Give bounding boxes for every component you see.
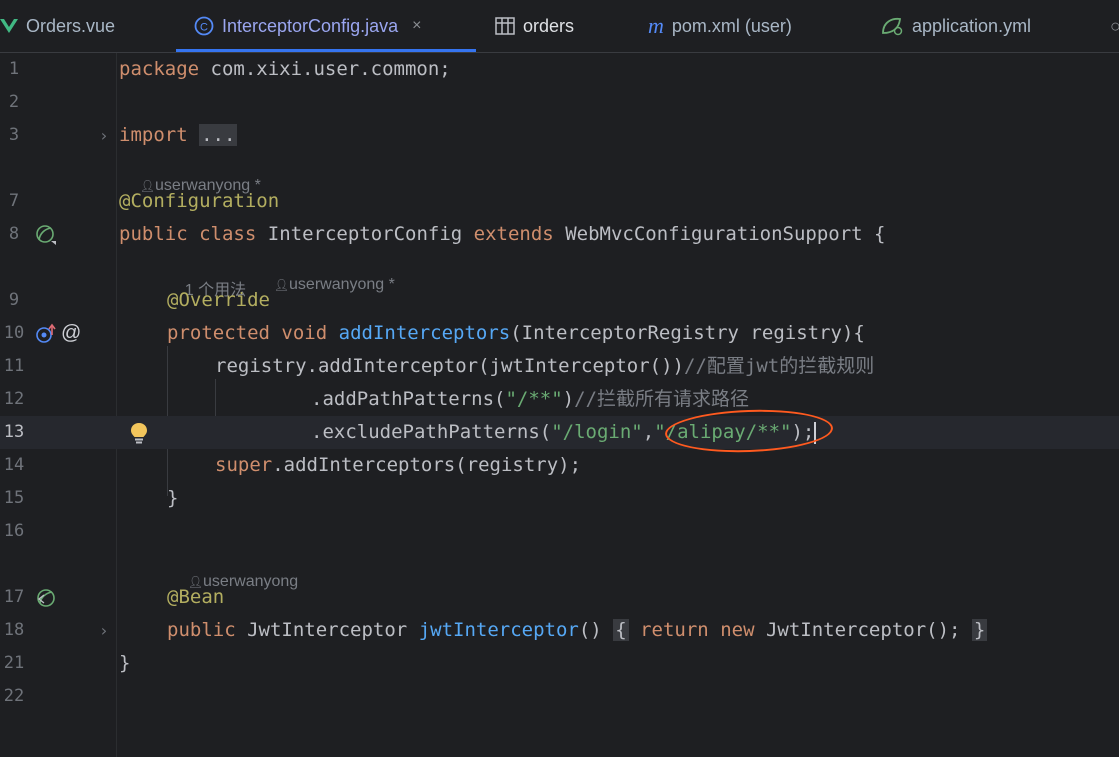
tab-pom-xml[interactable]: m pom.xml (user) xyxy=(648,0,792,52)
spring-bean-icon[interactable] xyxy=(35,218,57,251)
editor-tab-bar: Orders.vue C InterceptorConfig.java × or… xyxy=(0,0,1119,53)
spring-bean-method-icon[interactable] xyxy=(35,581,57,614)
code-line-12: 12 .addPathPatterns("/**")//拦截所有请求路径 xyxy=(0,383,1119,416)
code-text[interactable]: package com.xixi.user.common; xyxy=(119,53,451,86)
tab-label: Orders.vue xyxy=(26,15,116,36)
at-annotation-icon[interactable]: @ xyxy=(61,317,81,350)
code-line-3: 3 › import ... xyxy=(0,119,1119,152)
class-icon: C xyxy=(194,16,214,36)
line-number: 15 xyxy=(3,488,25,508)
line-number: 11 xyxy=(3,356,25,376)
overflow-icon: ○ xyxy=(1110,16,1119,37)
maven-icon: m xyxy=(648,13,664,38)
code-line-22: 22 xyxy=(0,680,1119,713)
code-line-1: 1 package com.xixi.user.common; xyxy=(0,53,1119,86)
line-number: 8 xyxy=(8,224,20,244)
code-line-7: 7 @Configuration xyxy=(0,185,1119,218)
lightbulb-icon[interactable] xyxy=(130,416,148,449)
svg-text:C: C xyxy=(200,22,208,34)
code-line-13: 13 .excludePathPatterns("/login","/alipa… xyxy=(0,416,1119,449)
line-number: 14 xyxy=(3,455,25,475)
tab-orders-vue[interactable]: Orders.vue xyxy=(0,0,115,52)
line-number: 1 xyxy=(8,59,20,79)
tab-interceptorconfig-java[interactable]: C InterceptorConfig.java × xyxy=(176,0,476,52)
tab-label: orders xyxy=(523,15,575,36)
code-text[interactable]: .addPathPatterns("/**")//拦截所有请求路径 xyxy=(311,383,749,416)
code-text[interactable]: @Override xyxy=(167,284,270,317)
code-text[interactable]: @Configuration xyxy=(119,185,279,218)
folded-brace[interactable]: { xyxy=(613,619,629,641)
code-line-8: 8 public class InterceptorConfig extends… xyxy=(0,218,1119,251)
line-number: 3 xyxy=(8,125,20,145)
code-line-14: 14 super.addInterceptors(registry); xyxy=(0,449,1119,482)
code-line-21: 21 } xyxy=(0,647,1119,680)
code-text[interactable]: protected void addInterceptors(Intercept… xyxy=(167,317,865,350)
code-line-11: 11 registry.addInterceptor(jwtIntercepto… xyxy=(0,350,1119,383)
tab-application-yml[interactable]: application.yml xyxy=(880,0,1031,52)
tab-overflow[interactable]: ○ xyxy=(1110,0,1119,52)
line-number: 10 xyxy=(3,323,25,343)
code-text[interactable]: public class InterceptorConfig extends W… xyxy=(119,218,886,251)
code-text[interactable]: import ... xyxy=(119,119,238,152)
tab-label: pom.xml (user) xyxy=(671,15,792,36)
vue-icon xyxy=(0,18,18,34)
line-number: 7 xyxy=(8,191,20,211)
active-tab-indicator xyxy=(176,49,476,52)
folded-imports[interactable]: ... xyxy=(199,124,238,146)
close-icon[interactable]: × xyxy=(412,17,421,35)
code-line-15: 15 } xyxy=(0,482,1119,515)
code-line-18: 18 › public JwtInterceptor jwtIntercepto… xyxy=(0,614,1119,647)
line-number: 2 xyxy=(8,92,20,112)
line-number: 22 xyxy=(3,686,25,706)
tab-label: application.yml xyxy=(912,15,1032,36)
code-line-9: 9 @Override xyxy=(0,284,1119,317)
code-line-17: 17 @Bean xyxy=(0,581,1119,614)
override-method-icon[interactable] xyxy=(35,317,57,350)
code-text[interactable]: public JwtInterceptor jwtInterceptor() {… xyxy=(167,614,988,647)
tab-orders[interactable]: orders xyxy=(495,0,574,52)
line-number: 18 xyxy=(3,620,25,640)
code-text[interactable]: } xyxy=(119,647,130,680)
spring-leaf-icon xyxy=(880,16,904,36)
fold-chevron-icon[interactable]: › xyxy=(99,119,109,152)
fold-chevron-icon[interactable]: › xyxy=(99,614,109,647)
code-line-16: 16 xyxy=(0,515,1119,548)
line-number: 21 xyxy=(3,653,25,673)
code-text[interactable]: @Bean xyxy=(167,581,224,614)
line-number: 13 xyxy=(3,422,25,442)
tab-label: InterceptorConfig.java xyxy=(222,15,399,36)
code-editor[interactable]: 1 package com.xixi.user.common; 2 3 › im… xyxy=(0,53,1119,757)
folded-brace[interactable]: } xyxy=(971,619,988,641)
line-number: 9 xyxy=(8,290,20,310)
code-line-2: 2 xyxy=(0,86,1119,119)
table-icon xyxy=(495,17,515,35)
code-text[interactable]: registry.addInterceptor(jwtInterceptor()… xyxy=(215,350,874,383)
code-line-10: 10 @ protected void addInterceptors(Inte… xyxy=(0,317,1119,350)
line-number: 12 xyxy=(3,389,25,409)
line-number: 17 xyxy=(3,587,25,607)
line-number: 16 xyxy=(3,521,25,541)
code-text[interactable]: super.addInterceptors(registry); xyxy=(215,449,581,482)
code-text[interactable]: } xyxy=(167,482,178,515)
